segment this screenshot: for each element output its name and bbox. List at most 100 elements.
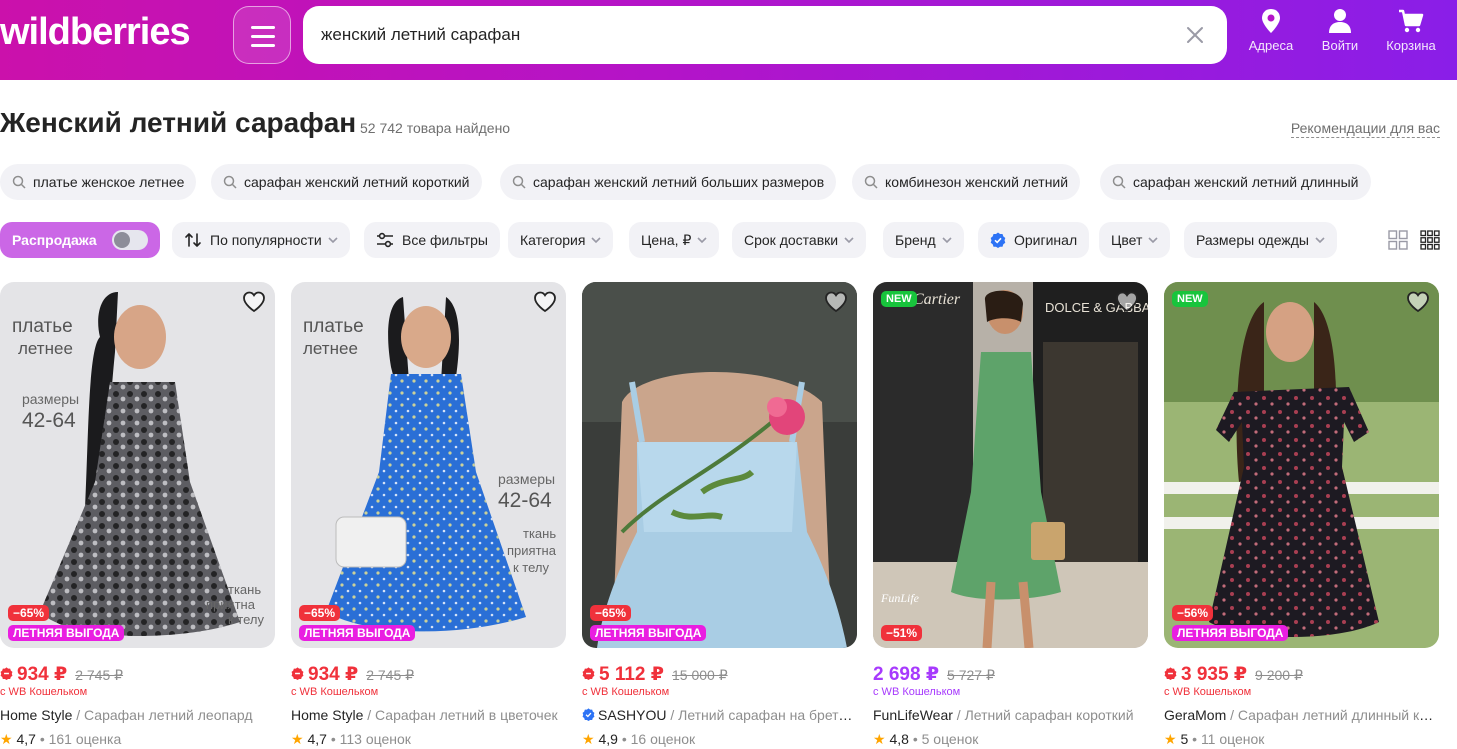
- login-button[interactable]: Войти: [1305, 8, 1375, 64]
- product-card[interactable]: −65% ЛЕТНЯЯ ВЫГОДА 5 112 ₽ 15 000 ₽ с WB …: [582, 282, 857, 749]
- product-price: 934 ₽ 2 745 ₽: [0, 663, 123, 686]
- product-desc: / Летний сарафан короткий: [952, 707, 1134, 723]
- search-bar: [303, 6, 1227, 64]
- suggestion-chip[interactable]: сарафан женский летний короткий: [211, 164, 482, 200]
- header: wildberries Адреса Войти Корзина: [0, 0, 1457, 80]
- product-price: 3 935 ₽ 9 200 ₽: [1164, 663, 1303, 686]
- verified-icon: [990, 232, 1006, 248]
- suggestion-chip[interactable]: комбинезон женский летний: [852, 164, 1081, 200]
- heart-icon[interactable]: [533, 290, 557, 314]
- heart-icon[interactable]: [1115, 290, 1139, 314]
- product-card[interactable]: NEW −56% ЛЕТНЯЯ ВЫГОДА 3 935 ₽ 9 200 ₽ с …: [1164, 282, 1439, 749]
- chevron-down-icon: [697, 237, 707, 243]
- heart-icon[interactable]: [824, 290, 848, 314]
- suggestion-chip[interactable]: сарафан женский летний больших размеров: [500, 164, 837, 200]
- old-price: 15 000 ₽: [672, 667, 728, 683]
- sort-label: По популярности: [210, 232, 322, 248]
- price-value: 3 935 ₽: [1181, 664, 1248, 685]
- suggestion-chip[interactable]: платье женское летнее: [0, 164, 197, 200]
- all-filters-label: Все фильтры: [402, 232, 488, 248]
- menu-icon: [251, 26, 275, 29]
- product-name[interactable]: GeraMom / Сарафан летний длинный крестья…: [1164, 707, 1439, 723]
- img-caption-1: платье: [12, 316, 73, 337]
- login-label: Войти: [1321, 38, 1359, 53]
- all-filters-button[interactable]: Все фильтры: [364, 222, 500, 258]
- price-dropdown[interactable]: Цена, ₽: [629, 222, 720, 258]
- menu-icon-bar: [251, 35, 275, 38]
- product-desc: / Сарафан летний в цветочек: [363, 707, 558, 723]
- product-image[interactable]: платье летнее размеры 42-64 ткань приятн…: [291, 282, 566, 648]
- color-dropdown[interactable]: Цвет: [1099, 222, 1171, 258]
- product-image[interactable]: Cartier DOLCE & GABBANA FunLife NEW −51%: [873, 282, 1148, 648]
- delivery-dropdown[interactable]: Срок доставки: [732, 222, 867, 258]
- sale-toggle[interactable]: Распродажа: [0, 222, 160, 258]
- product-name[interactable]: Home Style / Сарафан летний в цветочек: [291, 707, 566, 723]
- product-name[interactable]: Home Style / Сарафан летний леопард: [0, 707, 275, 723]
- search-input[interactable]: [321, 6, 1181, 64]
- grid-large-icon[interactable]: [1388, 230, 1408, 250]
- cart-icon: [1399, 9, 1424, 33]
- suggestion-label: сарафан женский летний короткий: [244, 174, 470, 190]
- wallet-badge-icon: [291, 667, 304, 680]
- brand-name: Home Style: [0, 707, 73, 723]
- brand-dropdown[interactable]: Бренд: [883, 222, 964, 258]
- cart-button[interactable]: Корзина: [1376, 8, 1446, 64]
- results-count: 52 742 товара найдено: [360, 120, 511, 136]
- product-price: 934 ₽ 2 745 ₽: [291, 663, 414, 686]
- star-icon: ★: [291, 731, 304, 747]
- rating-value: 4,7: [16, 731, 36, 747]
- color-label: Цвет: [1111, 232, 1143, 248]
- user-icon: [1329, 9, 1351, 33]
- brand-label: Бренд: [895, 232, 936, 248]
- product-image[interactable]: −65% ЛЕТНЯЯ ВЫГОДА: [582, 282, 857, 648]
- category-dropdown[interactable]: Категория: [508, 222, 614, 258]
- close-icon[interactable]: [1183, 23, 1207, 47]
- menu-button[interactable]: [233, 6, 291, 64]
- product-name[interactable]: FunLifeWear / Летний сарафан короткий: [873, 707, 1148, 723]
- grid-small-icon[interactable]: [1420, 230, 1440, 250]
- wallet-note: с WB Кошельком: [873, 686, 961, 698]
- reviews-count: 113 оценок: [339, 731, 411, 747]
- product-image[interactable]: NEW −56% ЛЕТНЯЯ ВЫГОДА: [1164, 282, 1439, 648]
- search-icon: [864, 175, 878, 189]
- product-desc: / Сарафан летний длинный крестьянка: [1230, 707, 1439, 723]
- heart-icon[interactable]: [242, 290, 266, 314]
- promo-badge: ЛЕТНЯЯ ВЫГОДА: [299, 625, 416, 641]
- product-card[interactable]: платье летнее размеры 42-64 ткань приятн…: [0, 282, 275, 749]
- product-rating: ★ 4,9 • 16 оценок: [582, 731, 696, 747]
- addresses-button[interactable]: Адреса: [1236, 8, 1306, 64]
- product-card[interactable]: Cartier DOLCE & GABBANA FunLife NEW −51%…: [873, 282, 1148, 749]
- promo-badge: ЛЕТНЯЯ ВЫГОДА: [590, 625, 707, 641]
- chevron-down-icon: [591, 237, 602, 243]
- old-price: 2 745 ₽: [75, 667, 124, 683]
- menu-icon-bar: [251, 44, 275, 47]
- old-price: 2 745 ₽: [366, 667, 415, 683]
- suggestion-label: платье женское летнее: [33, 174, 185, 190]
- heart-icon[interactable]: [1406, 290, 1430, 314]
- reviews-count: 5 оценок: [921, 731, 979, 747]
- discount-badge: −65%: [8, 605, 50, 621]
- product-rating: ★ 4,8 • 5 оценок: [873, 731, 979, 747]
- sizes-dropdown[interactable]: Размеры одежды: [1184, 222, 1337, 258]
- original-filter[interactable]: Оригинал: [978, 222, 1090, 258]
- promo-badge: ЛЕТНЯЯ ВЫГОДА: [8, 625, 125, 641]
- old-price: 5 727 ₽: [947, 667, 995, 683]
- price-value: 934 ₽: [17, 664, 68, 685]
- discount-badge: −56%: [1172, 605, 1214, 621]
- wildberries-logo[interactable]: wildberries: [0, 12, 191, 52]
- filters-icon: [377, 232, 393, 247]
- original-label: Оригинал: [1014, 232, 1078, 248]
- product-card[interactable]: платье летнее размеры 42-64 ткань приятн…: [291, 282, 566, 749]
- img-caption-7: к телу: [228, 612, 264, 627]
- recommendations-link[interactable]: Рекомендации для вас: [1290, 120, 1440, 138]
- page-title: Женский летний сарафан: [0, 107, 357, 138]
- product-image[interactable]: платье летнее размеры 42-64 ткань приятн…: [0, 282, 275, 648]
- product-name[interactable]: SASHYOU / Летний сарафан на бретелях: [582, 707, 857, 723]
- suggestion-chip[interactable]: сарафан женский летний длинный: [1100, 164, 1371, 200]
- product-photo: [582, 282, 857, 648]
- sort-dropdown[interactable]: По популярности: [172, 222, 350, 258]
- new-badge: NEW: [1172, 291, 1208, 307]
- img-caption-6: приятна: [206, 597, 256, 612]
- wallet-badge-icon: [582, 667, 595, 680]
- toggle-switch[interactable]: [112, 230, 148, 250]
